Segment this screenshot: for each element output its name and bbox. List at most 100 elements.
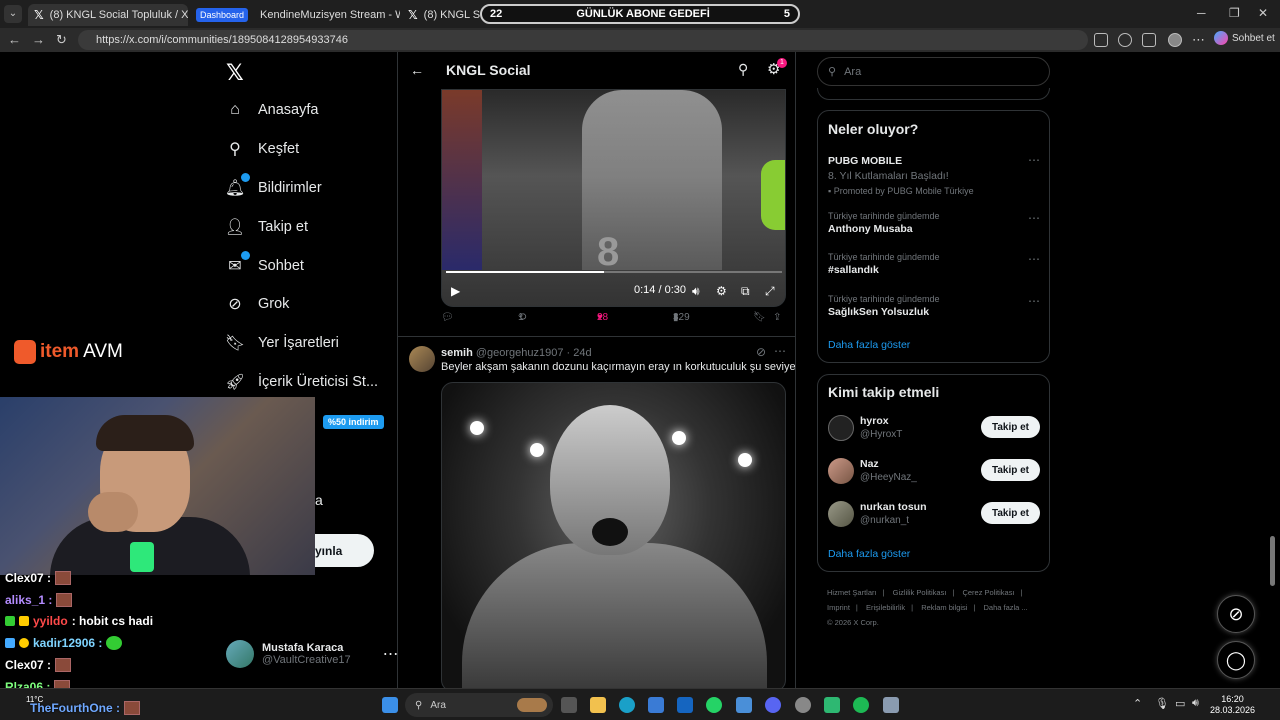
more-icon[interactable]: ⋯ (1028, 294, 1040, 308)
trend-item[interactable]: PUBG MOBILE 8. Yıl Kutlamaları Başladı! … (828, 153, 1040, 196)
url-field[interactable]: https://x.com/i/communities/189508412895… (78, 30, 1088, 50)
fullscreen-icon[interactable]: ⤢ (765, 284, 775, 299)
play-icon[interactable]: ▶ (451, 284, 460, 298)
edge-icon[interactable] (619, 697, 635, 713)
tab-kick-stream[interactable]: Dashboard KendineMuzisyen Stream - Watch… (190, 4, 400, 26)
search-input[interactable]: ⚲ Ara (817, 57, 1050, 86)
store-icon[interactable] (648, 697, 664, 713)
grok-icon[interactable]: ⊘ (756, 345, 766, 359)
page-scrollbar[interactable] (1268, 56, 1276, 686)
settings-icon[interactable] (883, 697, 899, 713)
itemavm-logo: item AVM (14, 340, 123, 364)
streamer-webcam (0, 397, 315, 575)
more-icon[interactable]: ⋯ (1028, 153, 1040, 167)
forward-icon[interactable]: → (32, 32, 45, 47)
footer-separator: | (882, 588, 885, 597)
app-icon[interactable] (824, 697, 840, 713)
network-icon[interactable]: ▭ (1175, 697, 1185, 710)
video-progress-bar[interactable] (446, 271, 782, 273)
search-placeholder: Ara (844, 65, 862, 78)
tab-list-button[interactable]: ⌄ (4, 5, 22, 23)
scrollbar-thumb[interactable] (1270, 536, 1275, 586)
avatar[interactable] (409, 346, 435, 372)
more-icon[interactable]: ⋯ (1192, 32, 1205, 48)
footer-link-more[interactable]: Daha fazla ... (984, 603, 1028, 612)
footer-link-cookies[interactable]: Çerez Politikası (962, 588, 1014, 597)
outlook-icon[interactable] (677, 697, 693, 713)
trend-item[interactable]: Türkiye tarihinde gündemde Anthony Musab… (828, 211, 1040, 235)
more-icon[interactable]: ⋯ (1028, 252, 1040, 266)
emote-icon (55, 571, 72, 585)
nav-follow[interactable]: 👤︎ Takip et (225, 218, 308, 236)
search-icon[interactable]: ⚲ (738, 61, 748, 78)
maximize-icon[interactable]: ❐ (1229, 6, 1240, 20)
copilot-chat-button[interactable]: Sohbet et (1214, 31, 1275, 45)
tab-x-community-2[interactable]: 𝕏 (8) KNGL Social T (402, 4, 482, 26)
extensions-icon[interactable] (1094, 33, 1108, 47)
footer-link-ads[interactable]: Reklam bilgisi (921, 603, 967, 612)
footer-link-accessibility[interactable]: Erişilebilirlik (866, 603, 905, 612)
spotify-icon[interactable] (853, 697, 869, 713)
collections-icon[interactable] (1142, 33, 1156, 47)
mic-icon[interactable]: 🎙︎ (1155, 697, 1169, 710)
more-icon[interactable]: ⋯ (1028, 211, 1040, 225)
suggested-account[interactable]: Naz @HeeyNaz_ Takip et (828, 456, 1040, 486)
suggested-account[interactable]: nurkan tosun @nurkan_t Takip et (828, 499, 1040, 529)
crown-badge-icon (19, 616, 29, 626)
footer-link-imprint[interactable]: Imprint (827, 603, 850, 612)
close-window-icon[interactable]: ✕ (1258, 6, 1268, 20)
account-switcher[interactable]: Mustafa Karaca @VaultCreative17 ⋯ (226, 640, 399, 668)
nav-home[interactable]: ⌂ Anasayfa (226, 101, 318, 119)
whatsapp-icon[interactable] (706, 697, 722, 713)
show-more-link[interactable]: Daha fazla göster (828, 339, 910, 351)
file-explorer-icon[interactable] (590, 697, 606, 713)
show-more-link[interactable]: Daha fazla göster (828, 548, 910, 560)
task-view-icon[interactable] (561, 697, 577, 713)
pip-icon[interactable]: ⧉ (741, 284, 750, 299)
grok-fab[interactable]: ⊘ (1217, 595, 1255, 633)
chat-user: Clex07 : (5, 658, 52, 672)
app-icon[interactable] (795, 697, 811, 713)
nav-grok[interactable]: ⊘ Grok (226, 295, 289, 313)
footer-link-terms[interactable]: Hizmet Şartları (827, 588, 877, 597)
footer-separator: | (973, 603, 976, 612)
nav-messages[interactable]: ✉ Sohbet (226, 251, 304, 275)
weather-widget[interactable]: 11°C (26, 695, 43, 704)
x-logo[interactable]: 𝕏 (226, 60, 244, 86)
minimize-icon[interactable]: ─ (1197, 6, 1206, 20)
volume-icon[interactable]: 🔊︎ (1192, 697, 1199, 710)
trend-item[interactable]: Türkiye tarihinde gündemde SağlıkSen Yol… (828, 294, 1040, 318)
windows-start-icon[interactable] (382, 697, 398, 713)
tweet-author[interactable]: semih (441, 347, 473, 359)
follow-button[interactable]: Takip et (981, 416, 1040, 438)
suggested-account[interactable]: hyrox @HyroxT Takip et (828, 413, 1040, 443)
tweet-media[interactable] (441, 382, 786, 688)
volume-icon[interactable]: 🔊︎ (692, 284, 700, 299)
footer-link-privacy[interactable]: Gizlilik Politikası (893, 588, 947, 597)
favorites-icon[interactable] (1118, 33, 1132, 47)
more-icon[interactable]: ⋯ (774, 344, 786, 358)
chat-user: kadir12906 : (33, 636, 103, 650)
taskbar-search[interactable]: ⚲ Ara (405, 693, 553, 717)
reload-icon[interactable]: ↻ (56, 32, 67, 48)
tab-x-community[interactable]: 𝕏 (8) KNGL Social Topluluk / X ✕ (28, 4, 188, 26)
follow-button[interactable]: Takip et (981, 502, 1040, 524)
tray-arrow-icon[interactable]: ⌃ (1133, 697, 1142, 710)
profile-icon[interactable] (1168, 33, 1182, 47)
messages-fab[interactable]: ◯ (1217, 641, 1255, 679)
app-icon[interactable] (736, 697, 752, 713)
trend-item[interactable]: Türkiye tarihinde gündemde #sallandık ⋯ (828, 252, 1040, 276)
nav-bookmarks[interactable]: 🔖︎ Yer İşaretleri (225, 334, 339, 352)
nav-creator-studio[interactable]: 🚀︎ İçerik Üreticisi St... (225, 373, 378, 391)
video-settings-icon[interactable]: ⚙ (716, 284, 727, 298)
discord-icon[interactable] (765, 697, 781, 713)
follow-button[interactable]: Takip et (981, 459, 1040, 481)
nav-explore[interactable]: ⚲ Keşfet (226, 140, 299, 158)
post-button[interactable]: yınla (315, 534, 374, 567)
video-player[interactable]: 8 (441, 89, 786, 307)
back-arrow-icon[interactable]: ← (410, 62, 424, 78)
back-icon[interactable]: ← (8, 32, 21, 47)
tab-label: (8) KNGL Social T (423, 9, 482, 21)
nav-notifications[interactable]: 🔔︎ Bildirimler (225, 173, 322, 197)
clock[interactable]: 16:20 28.03.2026 (1210, 694, 1255, 716)
